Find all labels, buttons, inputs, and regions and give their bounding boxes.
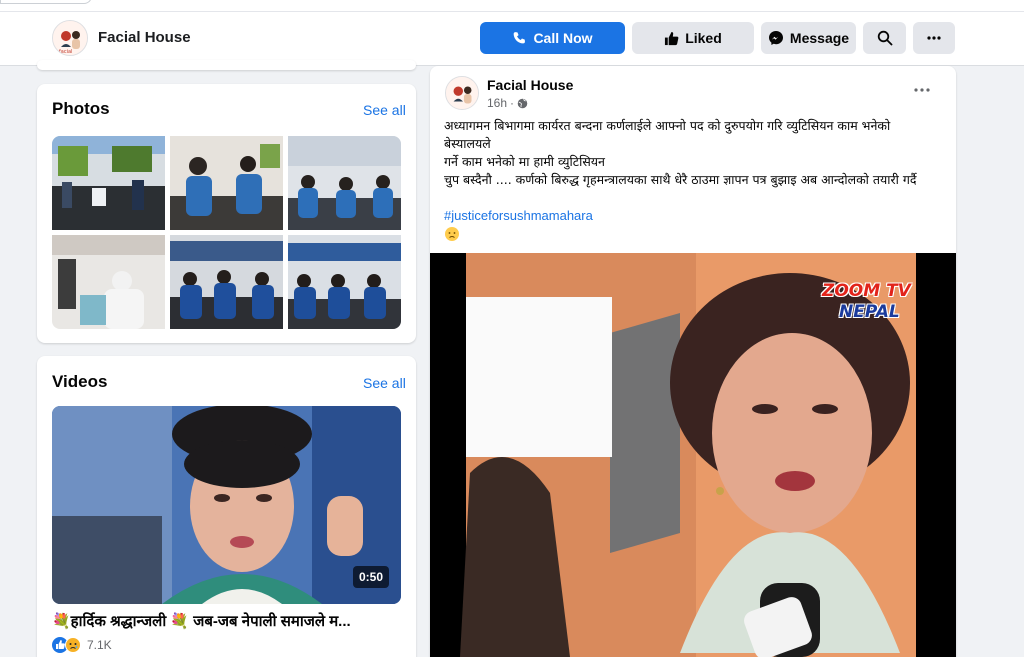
- post-author-name[interactable]: Facial House: [487, 77, 573, 93]
- post-timestamp[interactable]: 16h ·: [487, 96, 528, 110]
- blank-overlay-box: [466, 297, 612, 457]
- call-now-button[interactable]: Call Now: [480, 22, 625, 54]
- photo-thumbnail[interactable]: [170, 136, 283, 230]
- post-hashtag-link[interactable]: #justiceforsushmamahara: [444, 208, 593, 223]
- video-duration: 0:50: [352, 566, 389, 588]
- liked-button[interactable]: Liked: [632, 22, 754, 54]
- globe-icon: [517, 98, 528, 108]
- videos-see-all-link[interactable]: See all: [363, 375, 406, 391]
- call-now-label: Call Now: [533, 30, 593, 46]
- more-icon: [914, 88, 930, 92]
- search-icon: [877, 30, 892, 46]
- photo-thumbnail[interactable]: [170, 235, 283, 329]
- photo-thumbnail[interactable]: [52, 235, 165, 329]
- sad-face-emoji-icon: [444, 226, 460, 242]
- thumbs-up-icon: [665, 31, 679, 45]
- post-author-avatar[interactable]: [445, 76, 479, 110]
- post-video[interactable]: ZOOM TV NEPAL: [430, 253, 956, 657]
- post-body-text: अध्यागमन बिभागमा कार्यरत बन्दना कर्णलाईल…: [444, 117, 934, 189]
- video-title[interactable]: 💐हार्दिक श्रद्धान्जली 💐 जब-जब नेपाली समा…: [52, 611, 402, 631]
- zoom-tv-logo-text: ZOOM TV: [822, 281, 911, 301]
- post-time-label: 16h: [487, 96, 508, 110]
- photo-thumbnail[interactable]: [52, 136, 165, 230]
- videos-title: Videos: [52, 372, 108, 391]
- message-button[interactable]: Message: [761, 22, 856, 54]
- tab-edge: [0, 0, 92, 4]
- post-options-button[interactable]: [912, 82, 938, 102]
- reaction-count: 7.1K: [87, 638, 112, 652]
- intro-card-bottom: [37, 60, 416, 70]
- photos-title: Photos: [52, 99, 110, 118]
- messenger-icon: [768, 31, 783, 45]
- page-header: facial Facial House Call Now Liked Messa…: [0, 0, 1024, 66]
- sad-icon: [65, 637, 81, 653]
- phone-icon: [514, 31, 526, 43]
- svg-text:facial: facial: [59, 49, 72, 55]
- more-icon: [927, 36, 941, 40]
- message-label: Message: [789, 30, 850, 46]
- zoom-tv-logo-subtext: NEPAL: [839, 302, 900, 322]
- video-reactions[interactable]: 7.1K: [52, 637, 112, 653]
- photo-thumbnail[interactable]: [288, 235, 401, 329]
- video-thumbnail[interactable]: 0:50: [52, 406, 401, 604]
- search-button[interactable]: [863, 22, 906, 54]
- post-text-line: चुप बस्दैनौ .... कर्णको बिरुद्ध गृहमन्त्…: [444, 172, 917, 187]
- browser-strip: [0, 0, 1024, 12]
- photo-thumbnail[interactable]: [288, 136, 401, 230]
- more-button[interactable]: [913, 22, 955, 54]
- post-text-line: अध्यागमन बिभागमा कार्यरत बन्दना कर्णलाईल…: [444, 118, 891, 151]
- photos-see-all-link[interactable]: See all: [363, 102, 406, 118]
- liked-label: Liked: [685, 30, 722, 46]
- page-title[interactable]: Facial House: [98, 29, 191, 46]
- post-text-line: गर्ने काम भनेको मा हामी व्युटिसियन: [444, 154, 605, 169]
- page-avatar[interactable]: facial: [52, 20, 88, 56]
